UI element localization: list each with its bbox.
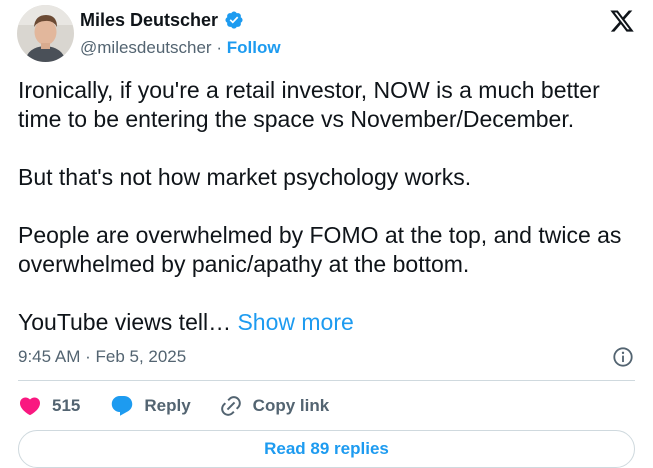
avatar-image	[17, 5, 74, 62]
read-replies-label: Read 89 replies	[264, 439, 389, 458]
action-bar: 515 Reply Copy link	[18, 394, 329, 418]
read-replies-button[interactable]: Read 89 replies	[18, 430, 635, 468]
separator: ·	[216, 38, 222, 57]
copy-link-button[interactable]: Copy link	[219, 394, 330, 418]
reply-label: Reply	[144, 396, 191, 415]
verified-badge-icon	[225, 11, 243, 29]
copy-link-label: Copy link	[252, 396, 330, 415]
truncated-text: YouTube views tell…	[18, 309, 238, 335]
show-more-link[interactable]: Show more	[237, 309, 353, 335]
post-paragraph-truncated: YouTube views tell… Show more	[18, 308, 638, 337]
author-handle[interactable]: @milesdeutscher	[80, 38, 212, 57]
author-name-row: Miles Deutscher	[80, 8, 244, 32]
like-button[interactable]: 515	[18, 394, 80, 418]
author-handle-row: @milesdeutscher · Follow	[80, 37, 281, 59]
post-paragraph: But that's not how market psychology wor…	[18, 164, 472, 190]
x-logo-icon[interactable]	[609, 8, 635, 34]
post-paragraph: People are overwhelmed by FOMO at the to…	[18, 222, 622, 277]
link-icon	[220, 396, 241, 416]
avatar[interactable]	[17, 5, 74, 62]
post-body: Ironically, if you're a retail investor,…	[18, 76, 638, 337]
post-timestamp[interactable]: 9:45 AM · Feb 5, 2025	[18, 346, 186, 368]
reply-bubble-icon	[112, 396, 133, 416]
follow-button[interactable]: Follow	[227, 38, 281, 57]
info-icon[interactable]	[612, 346, 634, 368]
like-count: 515	[52, 396, 81, 415]
reply-button[interactable]: Reply	[110, 394, 191, 418]
author-name[interactable]: Miles Deutscher	[80, 8, 218, 32]
divider	[18, 380, 635, 381]
post-paragraph: Ironically, if you're a retail investor,…	[18, 77, 600, 132]
heart-icon	[19, 397, 41, 416]
